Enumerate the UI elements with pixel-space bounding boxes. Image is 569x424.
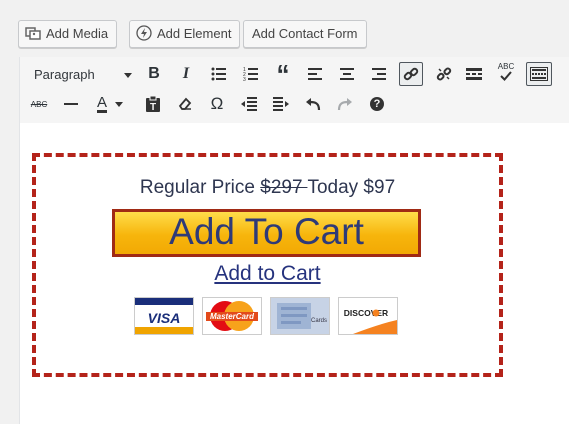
bold-icon[interactable]: B (143, 63, 165, 85)
add-contact-form-label: Add Contact Form (252, 26, 358, 41)
add-media-label: Add Media (46, 26, 109, 41)
editor-toolbar: Paragraph B I 123 “ ABC ABC A T Ω ? (20, 57, 569, 124)
indent-icon[interactable] (270, 93, 292, 115)
blockquote-icon[interactable]: “ (272, 59, 294, 89)
mastercard-logo: MasterCard (202, 297, 262, 335)
today-price: Today $97 (307, 177, 396, 198)
horizontal-line-icon[interactable] (60, 93, 82, 115)
text-color-icon[interactable]: A (92, 93, 128, 115)
format-select-value: Paragraph (34, 67, 95, 82)
clear-formatting-icon[interactable] (174, 93, 196, 115)
bullet-list-icon[interactable] (208, 63, 230, 85)
numbered-list-icon[interactable]: 123 (240, 63, 262, 85)
visa-card-logo: VISA (134, 297, 194, 335)
strikethrough-icon[interactable]: ABC (28, 93, 50, 115)
media-buttons-bar: Add Media Add Element Add Contact Form (0, 0, 569, 62)
svg-text:T: T (150, 102, 156, 112)
paste-as-text-icon[interactable]: T (142, 93, 164, 115)
add-to-cart-button[interactable]: Add To Cart (112, 209, 421, 257)
redo-icon[interactable] (334, 93, 356, 115)
outdent-icon[interactable] (238, 93, 260, 115)
amex-card-logo: Cards (270, 297, 330, 335)
italic-icon[interactable]: I (175, 63, 197, 85)
regular-price-label: Regular Price (139, 177, 261, 198)
discover-text: DISCOVER (344, 308, 388, 318)
chevron-down-icon (115, 101, 123, 107)
add-contact-form-button[interactable]: Add Contact Form (243, 20, 367, 48)
chevron-down-icon (124, 73, 132, 78)
remove-link-icon[interactable] (433, 63, 455, 85)
visa-text: VISA (148, 310, 181, 326)
help-icon[interactable]: ? (366, 93, 388, 115)
special-character-icon[interactable]: Ω (206, 93, 228, 115)
lightning-icon (136, 24, 152, 41)
add-to-cart-link[interactable]: Add to Cart (36, 262, 499, 286)
read-more-icon[interactable] (463, 63, 485, 85)
align-left-icon[interactable] (304, 63, 326, 85)
help-glyph: ? (370, 97, 384, 111)
format-select[interactable]: Paragraph (28, 63, 134, 87)
discover-card-logo: DISCOVER (338, 297, 398, 335)
text-color-letter: A (96, 93, 107, 113)
align-right-icon[interactable] (368, 63, 390, 85)
editor: Paragraph B I 123 “ ABC ABC A T Ω ? Regu… (19, 57, 569, 424)
toolbar-toggle-icon[interactable] (526, 62, 552, 86)
spellcheck-label: ABC (497, 62, 515, 71)
editor-content[interactable]: Regular Price $297 Today $97 Add To Cart… (20, 123, 569, 424)
price-line: Regular Price $297 Today $97 (36, 177, 499, 199)
svg-text:3: 3 (243, 77, 246, 81)
add-element-button[interactable]: Add Element (129, 20, 241, 48)
media-icon (25, 24, 41, 40)
mastercard-text: MasterCard (210, 312, 255, 321)
add-element-label: Add Element (157, 26, 232, 41)
dashed-offer-box: Regular Price $297 Today $97 Add To Cart… (32, 153, 503, 377)
spellcheck-icon[interactable]: ABC (495, 61, 517, 83)
insert-link-icon[interactable] (399, 62, 423, 86)
undo-icon[interactable] (302, 93, 324, 115)
add-media-button[interactable]: Add Media (18, 20, 118, 48)
amex-text: Cards (311, 318, 327, 324)
align-center-icon[interactable] (336, 63, 358, 85)
old-price: $297 (260, 177, 308, 198)
